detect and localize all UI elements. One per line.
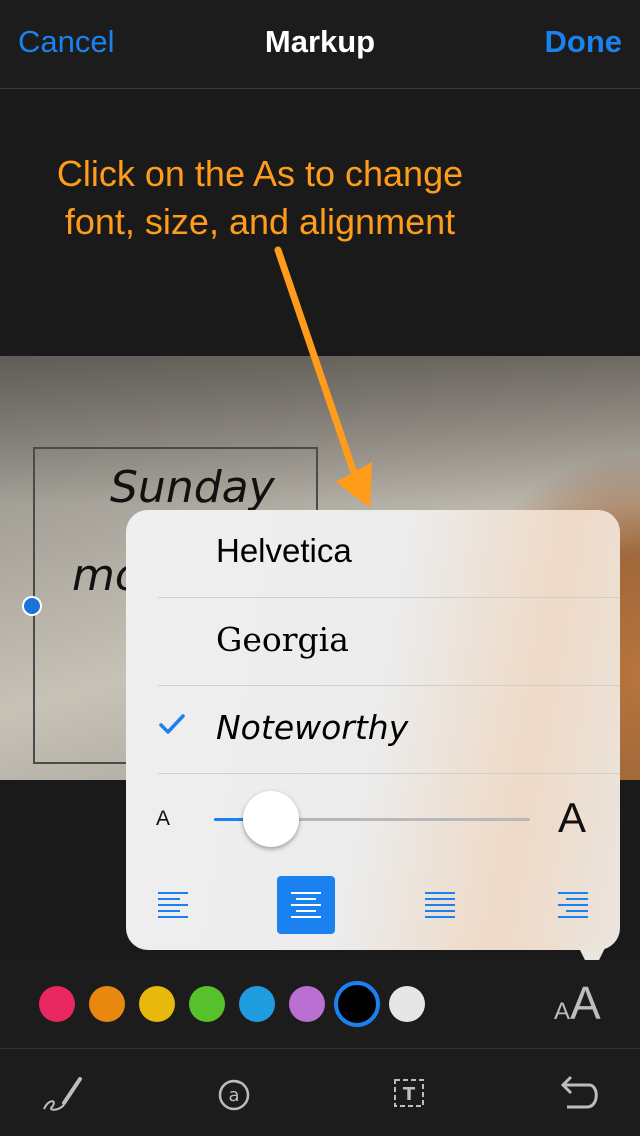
size-large-label: A [558,794,587,841]
color-swatch-white[interactable] [389,986,425,1022]
align-center-button[interactable] [277,876,335,934]
font-option-helvetica[interactable]: Helvetica [126,510,620,598]
align-left-button[interactable] [144,876,202,934]
align-center-icon [291,892,321,918]
signature-icon[interactable] [38,1069,86,1117]
color-swatch-green[interactable] [189,986,225,1022]
text-style-button[interactable]: AA [554,976,601,1030]
alignment-row [126,864,620,950]
font-label: Helvetica [216,532,352,569]
color-palette: AA [0,960,640,1049]
color-swatch-blue[interactable] [239,986,275,1022]
text-style-popover: Helvetica Georgia Noteworthy A A [126,510,620,974]
text-style-large-a: A [570,977,601,1029]
color-swatch-pink[interactable] [39,986,75,1022]
size-small-label: A [156,807,171,830]
align-justify-button[interactable] [411,876,469,934]
font-option-georgia[interactable]: Georgia [126,598,620,686]
undo-icon[interactable] [555,1069,603,1117]
color-swatch-black[interactable] [334,981,380,1027]
color-swatch-purple[interactable] [289,986,325,1022]
align-right-icon [558,892,588,918]
checkmark-icon [158,712,186,741]
color-swatch-orange[interactable] [89,986,125,1022]
annotation-arrow [274,246,372,508]
svg-text:T: T [403,1084,416,1105]
align-right-button[interactable] [544,876,602,934]
text-style-small-a: A [554,998,571,1025]
bottom-toolbar: a T [0,1049,640,1136]
font-size-slider-row: A A [126,774,620,864]
font-label: Georgia [216,620,349,659]
color-swatch-yellow[interactable] [139,986,175,1022]
align-justify-icon [425,892,455,918]
font-option-noteworthy[interactable]: Noteworthy [126,686,620,774]
slider-thumb[interactable] [242,791,299,847]
magnifier-icon[interactable]: a [210,1069,258,1117]
resize-handle[interactable] [22,596,42,616]
svg-text:a: a [228,1085,239,1106]
font-label: Noteworthy [216,708,409,747]
text-box-icon[interactable]: T [386,1069,434,1117]
align-left-icon [158,892,188,918]
